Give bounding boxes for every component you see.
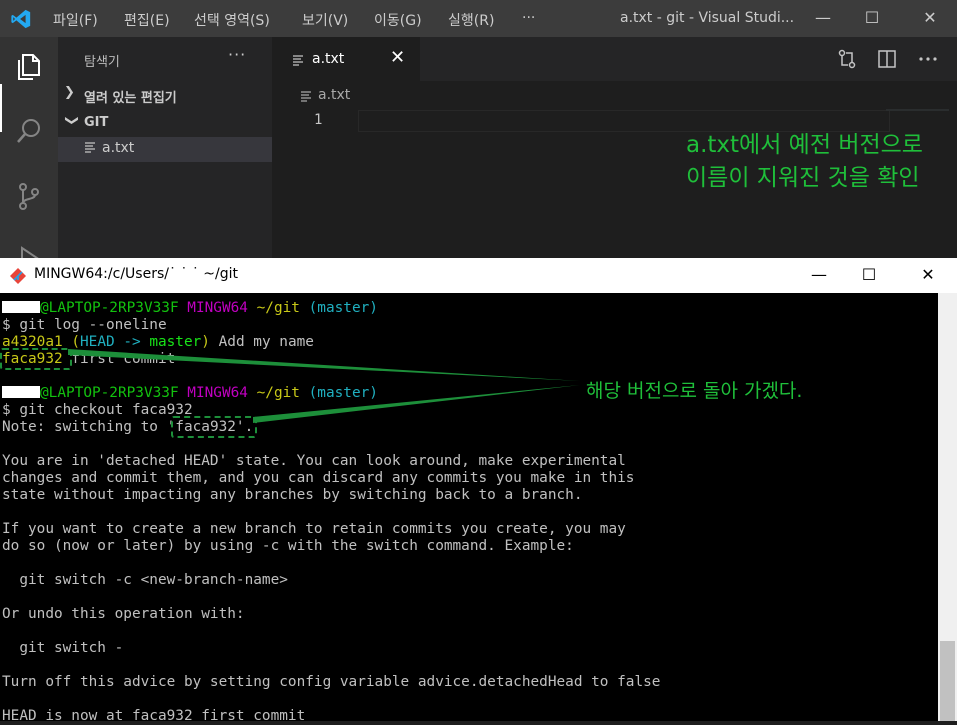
menu-more[interactable]: ··· [522, 10, 535, 26]
annotation-line: a.txt에서 예전 버전으로 [686, 132, 923, 158]
tab-close-button[interactable]: ✕ [390, 47, 405, 68]
source-control-icon[interactable] [13, 180, 45, 212]
explorer-file-item[interactable]: a.txt [58, 137, 272, 162]
explorer-sidebar: 탐색기 ··· ❯ 열려 있는 편집기 ❯ GIT a.txt [58, 37, 272, 258]
menu-file[interactable]: 파일(F) [53, 10, 98, 30]
tab-a-txt[interactable]: a.txt ✕ [272, 37, 420, 81]
command-line: $ git log --oneline [2, 317, 167, 333]
highlight-box-commit-hash [0, 348, 72, 370]
highlight-box-checkout-hash [171, 416, 257, 438]
output-line: Or undo this operation with: [2, 606, 245, 622]
menu-edit[interactable]: 편집(E) [124, 10, 170, 30]
output-line: git switch - [2, 640, 124, 656]
git-bash-icon [10, 268, 26, 284]
minimap [886, 109, 957, 111]
terminal-window: MINGW64:/c/Users/˙ ˙ ˙ ~/git — ☐ ✕ @LAPT… [0, 258, 957, 724]
split-editor-icon[interactable] [876, 48, 898, 70]
tab-bar: a.txt ✕ [272, 37, 957, 81]
editor-area: a.txt ✕ a.txt 1 a.txt에서 예전 버전으로 이름이 지워진 … [272, 37, 957, 258]
window-title: a.txt - git - Visual Studi... [620, 10, 795, 26]
tab-label: a.txt [312, 51, 345, 67]
open-editors-section[interactable]: ❯ 열려 있는 편집기 [58, 84, 272, 106]
folder-label: GIT [84, 115, 109, 130]
folder-section-git[interactable]: ❯ GIT [58, 112, 272, 134]
terminal-minimize-button[interactable]: — [797, 263, 841, 287]
output-line: state without impacting any branches by … [2, 487, 583, 503]
activity-bar [0, 37, 58, 270]
menu-selection[interactable]: 선택 영역(S) [194, 10, 270, 30]
prompt-line: @LAPTOP-2RP3V33F MINGW64 ~/git (master) [2, 385, 378, 402]
redacted-username [2, 386, 40, 398]
annotation-terminal: 해당 버전으로 돌아 가겠다. [586, 380, 803, 402]
minimize-button[interactable]: — [803, 6, 843, 30]
search-icon[interactable] [13, 115, 45, 147]
chevron-right-icon: ❯ [64, 85, 75, 100]
redacted-username [2, 301, 40, 313]
text-file-icon [301, 91, 311, 102]
breadcrumb-file[interactable]: a.txt [318, 87, 350, 103]
output-line: do so (now or later) by using -c with th… [2, 538, 574, 554]
more-actions-icon[interactable] [917, 48, 939, 70]
terminal-output[interactable]: @LAPTOP-2RP3V33F MINGW64 ~/git (master) … [0, 293, 938, 724]
annotation-editor: a.txt에서 예전 버전으로 이름이 지워진 것을 확인 [686, 129, 923, 195]
terminal-maximize-button[interactable]: ☐ [847, 263, 891, 287]
output-line: You are in 'detached HEAD' state. You ca… [2, 453, 626, 469]
menu-run[interactable]: 실행(R) [448, 10, 494, 30]
annotation-line: 이름이 지워진 것을 확인 [686, 165, 920, 191]
open-changes-icon[interactable] [836, 48, 858, 70]
terminal-scrollbar-thumb[interactable] [940, 641, 955, 721]
terminal-title: MINGW64:/c/Users/˙ ˙ ˙ ~/git [34, 266, 239, 282]
output-line: changes and commit them, and you can dis… [2, 470, 635, 486]
maximize-button[interactable]: ☐ [852, 6, 892, 30]
output-line: If you want to create a new branch to re… [2, 521, 626, 537]
output-line: HEAD is now at faca932 first commit [2, 708, 306, 724]
prompt-line: @LAPTOP-2RP3V33F MINGW64 ~/git (master) [2, 300, 378, 317]
vscode-window: 파일(F) 편집(E) 선택 영역(S) 보기(V) 이동(G) 실행(R) ·… [0, 0, 957, 270]
text-file-icon [293, 55, 303, 66]
active-indicator [0, 84, 2, 132]
chevron-down-icon: ❯ [63, 115, 79, 126]
text-file-icon [85, 142, 95, 153]
file-name: a.txt [102, 140, 135, 156]
sidebar-title: 탐색기 [84, 55, 120, 70]
close-button[interactable]: ✕ [910, 6, 950, 30]
terminal-close-button[interactable]: ✕ [906, 263, 950, 287]
terminal-title-bar: MINGW64:/c/Users/˙ ˙ ˙ ~/git — ☐ ✕ [0, 258, 957, 293]
title-bar: 파일(F) 편집(E) 선택 영역(S) 보기(V) 이동(G) 실행(R) ·… [0, 0, 957, 37]
editor-scrollbar[interactable] [949, 81, 957, 258]
command-line: $ git checkout faca932 [2, 402, 193, 418]
line-number: 1 [314, 112, 323, 128]
vscode-logo-icon [11, 9, 31, 29]
open-editors-label: 열려 있는 편집기 [84, 91, 177, 106]
explorer-icon[interactable] [13, 51, 45, 83]
output-line: Turn off this advice by setting config v… [2, 674, 661, 690]
menu-go[interactable]: 이동(G) [374, 10, 422, 30]
output-line: git switch -c <new-branch-name> [2, 572, 288, 588]
menu-view[interactable]: 보기(V) [302, 10, 348, 30]
sidebar-more-button[interactable]: ··· [228, 45, 246, 64]
